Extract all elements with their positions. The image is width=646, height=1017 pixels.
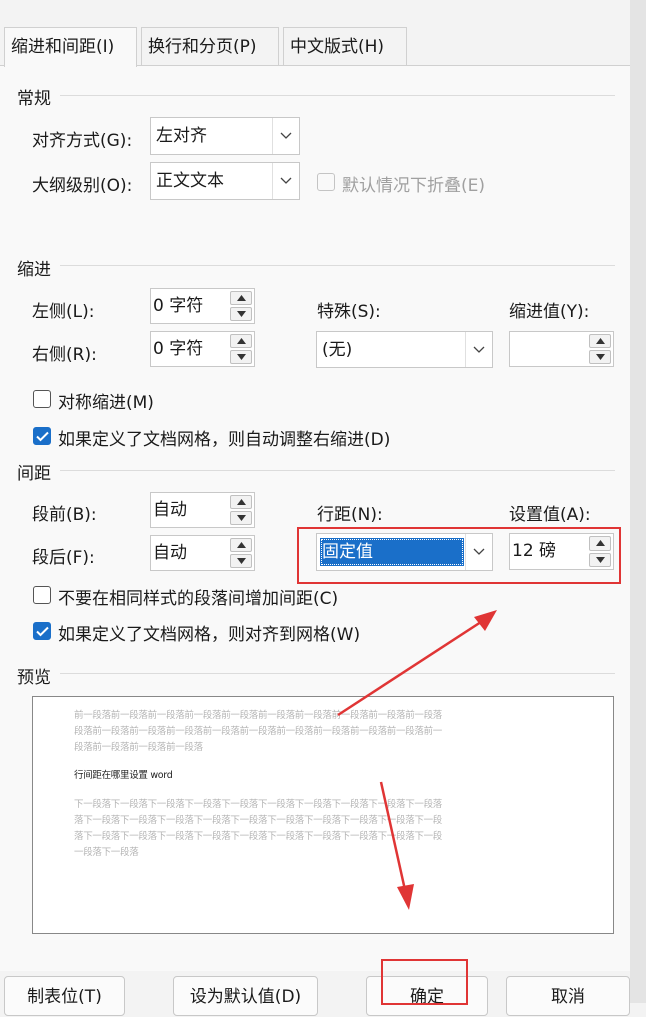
tab-indents-spacing[interactable]: 缩进和间距(I)	[4, 27, 137, 67]
annotation-arrows	[337, 610, 497, 910]
annotation-arrow-line	[337, 618, 485, 717]
annotation-arrow-line	[379, 781, 407, 891]
annotation-arrowhead	[397, 884, 414, 910]
annotation-arrowhead	[474, 610, 497, 631]
